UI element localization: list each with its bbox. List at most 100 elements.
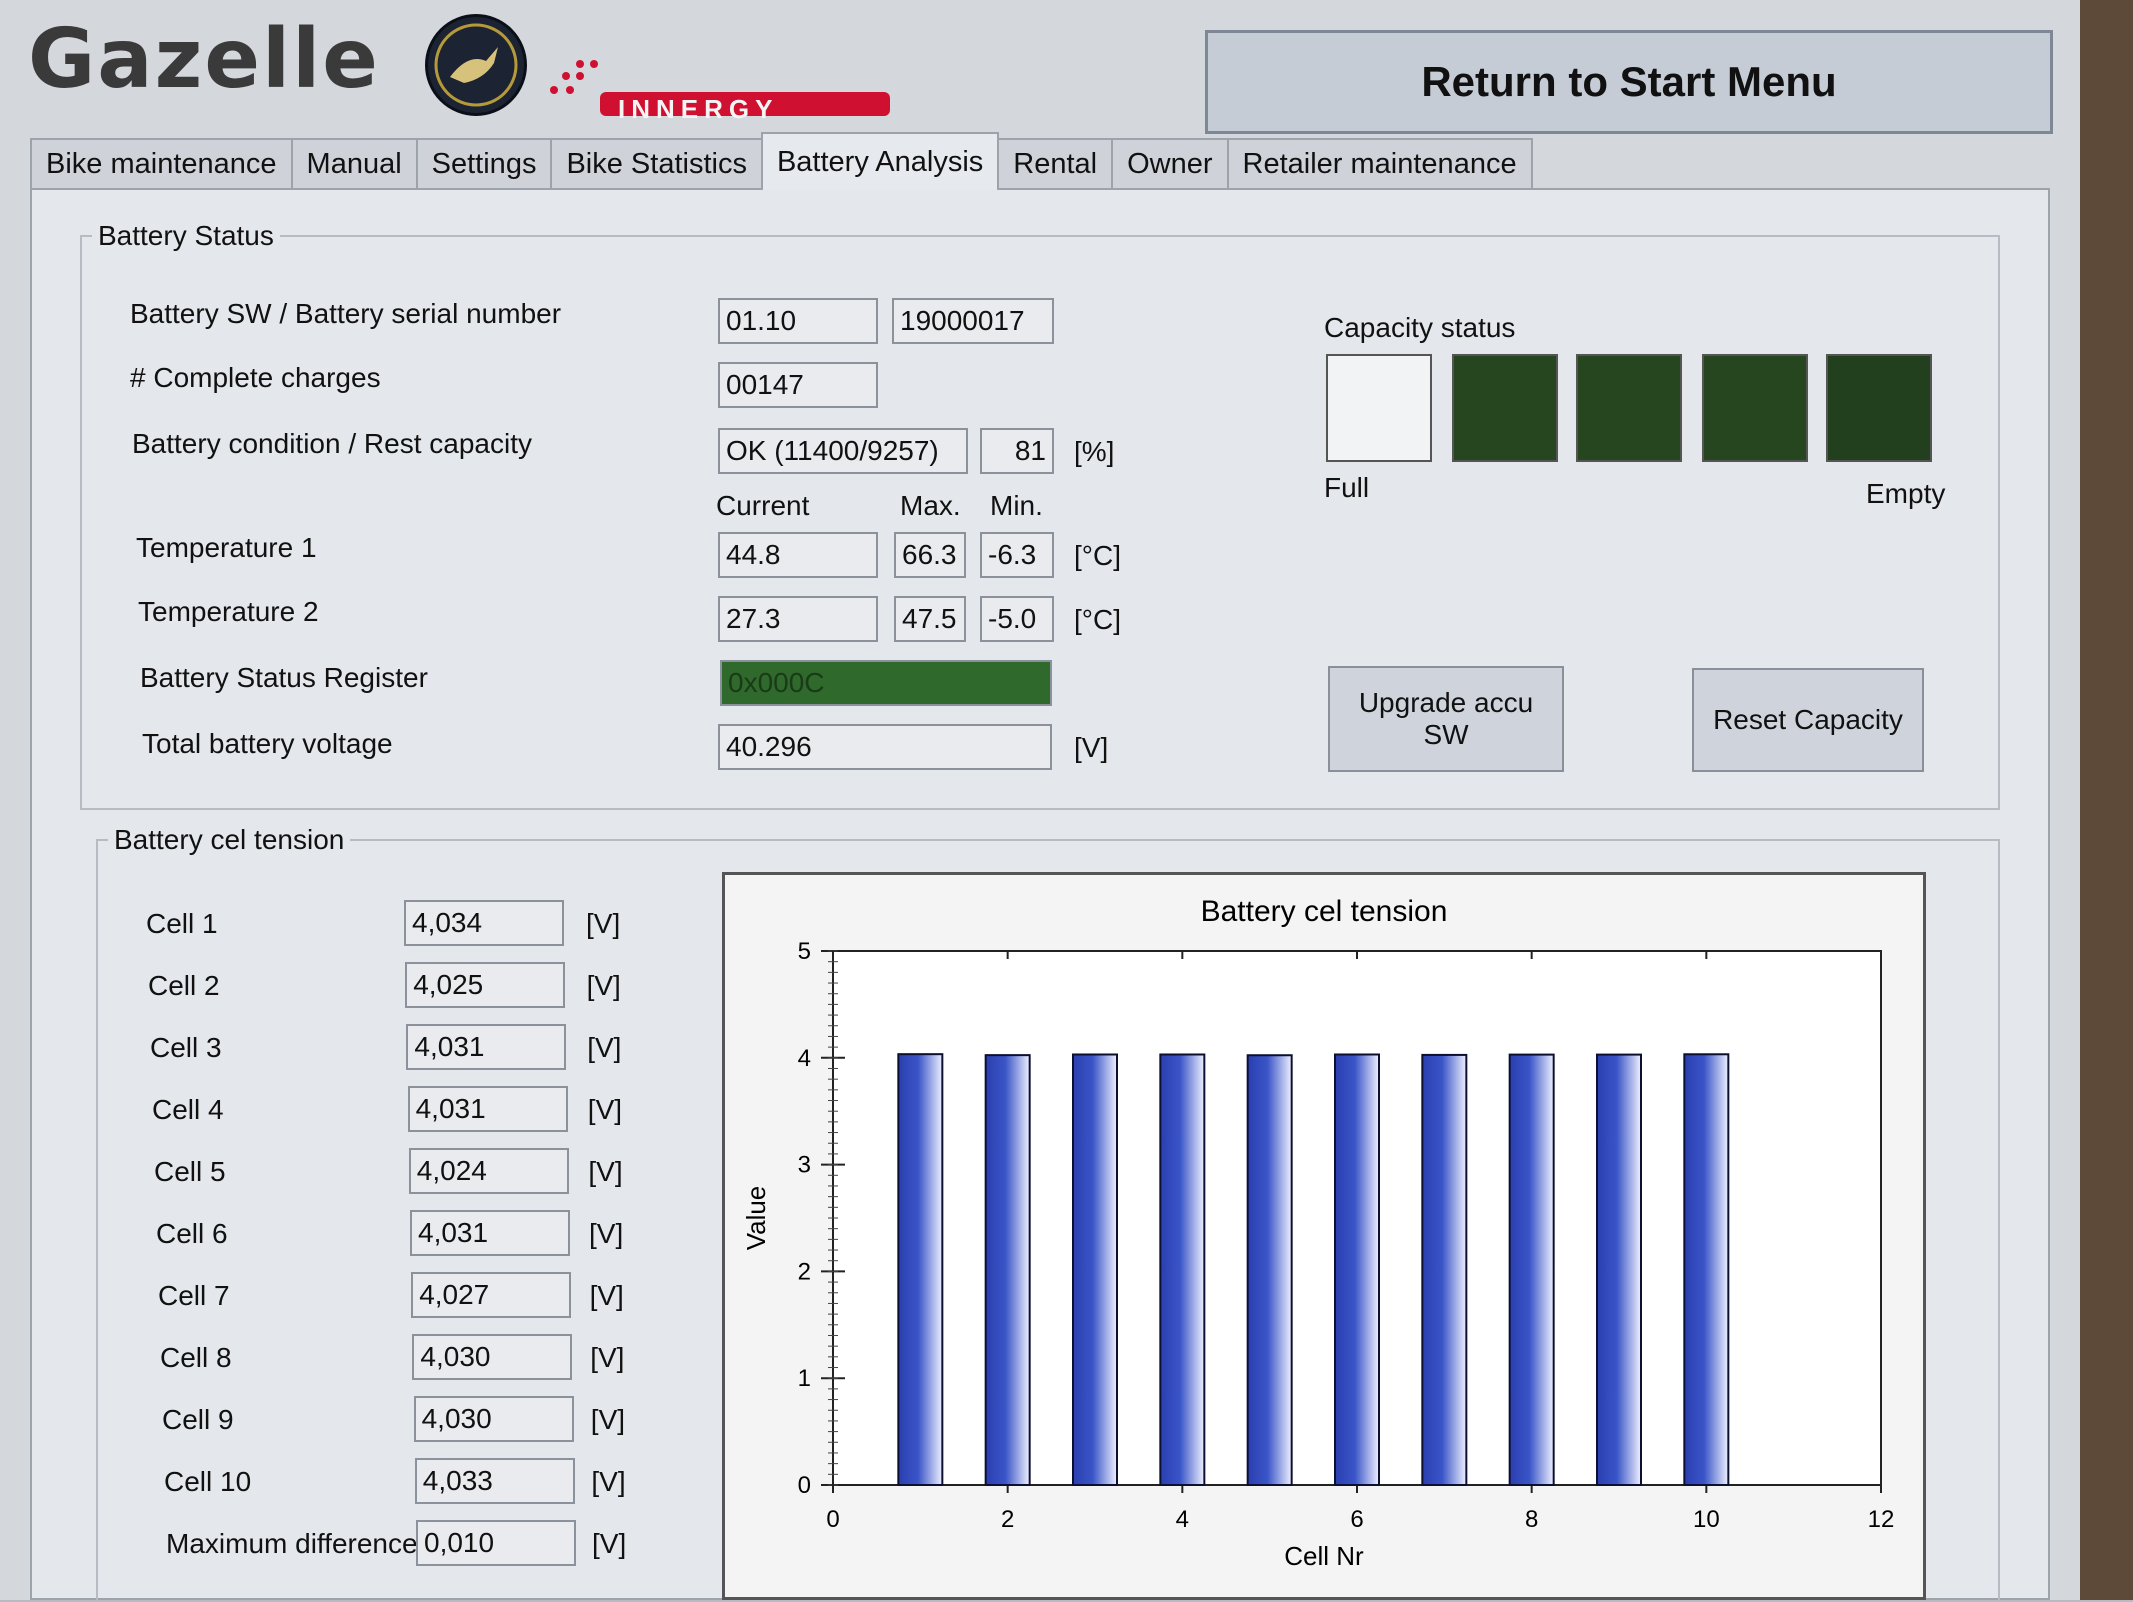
- cell-8-label: Cell 8: [160, 1342, 232, 1373]
- tab-settings[interactable]: Settings: [415, 138, 553, 188]
- cell-2-field[interactable]: 4,025: [405, 962, 566, 1008]
- bar-cell-6: [1334, 1053, 1380, 1486]
- capacity-full-label: Full: [1324, 472, 1370, 503]
- y-tick-label-5: 5: [798, 938, 811, 965]
- gazelle-logo: Gazelle: [28, 12, 380, 107]
- x-axis-label: Cell Nr: [1284, 1541, 1364, 1571]
- tab-battery-analysis[interactable]: Battery Analysis: [760, 132, 1000, 190]
- tab-rental[interactable]: Rental: [997, 138, 1114, 188]
- status-register-label: Battery Status Register: [140, 662, 428, 693]
- max-difference-unit: [V]: [592, 1528, 627, 1559]
- temp1-current-field[interactable]: 44.8: [718, 532, 878, 578]
- bar-cell-9: [1596, 1053, 1642, 1486]
- rest-capacity-field[interactable]: 81: [980, 428, 1054, 474]
- upgrade-accu-sw-label: Upgrade accu SW: [1358, 687, 1534, 750]
- cell-10-unit: [V]: [591, 1466, 626, 1497]
- cell-6-unit: [V]: [589, 1218, 624, 1249]
- percent-unit: [%]: [1074, 436, 1115, 467]
- cell-4-label: Cell 4: [152, 1094, 224, 1125]
- temp2-min-field[interactable]: -5.0: [980, 596, 1054, 642]
- cell-tension-legend: Battery cel tension: [114, 824, 345, 855]
- cell-9-unit: [V]: [590, 1404, 626, 1435]
- complete-charges-label: # Complete charges: [130, 362, 381, 393]
- y-tick-label-1: 1: [798, 1365, 811, 1392]
- cell-3-field[interactable]: 4,031: [406, 1024, 567, 1070]
- max-difference-label: Maximum difference: [166, 1528, 418, 1559]
- status-register-field[interactable]: 0x000C: [720, 660, 1052, 706]
- cell-8-unit: [V]: [590, 1342, 625, 1373]
- tab-bike-statistics[interactable]: Bike Statistics: [550, 138, 763, 188]
- bar-cell-1: [897, 1053, 944, 1486]
- app-window: Gazelle innergy Return to Start Menu Bik…: [0, 0, 2080, 1600]
- return-to-start-menu-button[interactable]: Return to Start Menu: [1205, 30, 2053, 134]
- cell-8-field[interactable]: 4,030: [412, 1334, 573, 1380]
- cell-1-field[interactable]: 4,034: [404, 900, 564, 946]
- cell-4-unit: [V]: [587, 1094, 623, 1125]
- max-difference-field[interactable]: 0,010: [416, 1520, 576, 1566]
- cell-7-unit: [V]: [589, 1280, 624, 1311]
- chart-svg: Battery cel tension0123450 2 4 6 8 10 12Cell N…: [741, 895, 1895, 1571]
- total-voltage-field[interactable]: 40.296: [718, 724, 1052, 770]
- cell-6-field[interactable]: 4,031: [410, 1210, 570, 1256]
- tab-owner[interactable]: Owner: [1111, 138, 1229, 188]
- bar-cell-3: [1072, 1053, 1118, 1486]
- tab-bike-maintenance[interactable]: Bike maintenance: [30, 138, 293, 188]
- bar-cell-10: [1683, 1053, 1730, 1486]
- battery-sw-field[interactable]: 01.10: [718, 298, 878, 344]
- temp1-max-field[interactable]: 66.3: [894, 532, 966, 578]
- temperature2-label: Temperature 2: [138, 596, 319, 627]
- cell-tension-chart: Battery cel tension 0 1 2 3 4 5 0 2 4 6 8 10 12 Cell N…: [722, 872, 1926, 1600]
- temp2-current-field[interactable]: 27.3: [718, 596, 878, 642]
- bar-cell-5: [1246, 1054, 1293, 1487]
- celsius-unit-2: [°C]: [1074, 604, 1121, 635]
- y-axis-label: Value: [741, 1186, 771, 1251]
- reset-capacity-button[interactable]: Reset Capacity: [1692, 668, 1924, 772]
- cell-4-field[interactable]: 4,031: [407, 1086, 568, 1132]
- bar-cell-7: [1421, 1053, 1468, 1486]
- battery-condition-field[interactable]: OK (11400/9257): [718, 428, 968, 474]
- cell-2-unit: [V]: [586, 970, 621, 1001]
- complete-charges-field[interactable]: 00147: [718, 362, 878, 408]
- x-tick-label-0: 0: [826, 1506, 839, 1533]
- x-tick-label-6: 6: [1350, 1506, 1363, 1533]
- cell-7-field[interactable]: 4,027: [411, 1272, 572, 1318]
- capacity-segment-4: [1702, 354, 1808, 462]
- condition-label: Battery condition / Rest capacity: [132, 428, 532, 459]
- cell-10-field[interactable]: 4,033: [414, 1458, 575, 1504]
- cell-2-label: Cell 2: [148, 970, 220, 1001]
- bar-cell-8: [1508, 1053, 1555, 1486]
- bar-cell-4: [1159, 1053, 1206, 1486]
- temp1-min-field[interactable]: -6.3: [980, 532, 1054, 578]
- y-tick-label-3: 3: [798, 1152, 811, 1179]
- tab-manual[interactable]: Manual: [290, 138, 418, 188]
- cell-1-unit: [V]: [586, 908, 621, 939]
- capacity-segment-1: [1326, 354, 1432, 462]
- cell-1-label: Cell 1: [146, 908, 218, 939]
- tab-retailer-maintenance[interactable]: Retailer maintenance: [1226, 138, 1533, 188]
- x-tick-label-2: 2: [1001, 1506, 1014, 1533]
- capacity-segment-3: [1576, 354, 1682, 462]
- gazelle-emblem-icon: [425, 14, 527, 116]
- x-tick-label-4: 4: [1176, 1506, 1189, 1533]
- cell-5-label: Cell 5: [154, 1156, 226, 1187]
- background-edge: [2080, 0, 2133, 1600]
- battery-serial-field[interactable]: 19000017: [892, 298, 1054, 344]
- col-current-header: Current: [716, 490, 810, 521]
- cell-10-label: Cell 10: [164, 1466, 252, 1497]
- main-tabs: Bike maintenance Manual Settings Bike St…: [30, 132, 1533, 190]
- col-max-header: Max.: [900, 490, 961, 521]
- temp2-max-field[interactable]: 47.5: [894, 596, 966, 642]
- cell-9-label: Cell 9: [162, 1404, 234, 1435]
- cell-9-field[interactable]: 4,030: [413, 1396, 574, 1442]
- temperature1-label: Temperature 1: [136, 532, 317, 563]
- cell-5-unit: [V]: [588, 1156, 623, 1187]
- col-min-header: Min.: [990, 490, 1043, 521]
- sw-serial-label: Battery SW / Battery serial number: [130, 298, 562, 329]
- x-tick-label-12: 12: [1868, 1506, 1895, 1533]
- cell-5-field[interactable]: 4,024: [408, 1148, 569, 1194]
- volt-unit-total: [V]: [1074, 732, 1109, 763]
- cell-7-label: Cell 7: [158, 1280, 230, 1311]
- y-tick-label-2: 2: [798, 1258, 811, 1285]
- total-voltage-label: Total battery voltage: [142, 728, 393, 759]
- upgrade-accu-sw-button[interactable]: Upgrade accu SW: [1328, 666, 1564, 772]
